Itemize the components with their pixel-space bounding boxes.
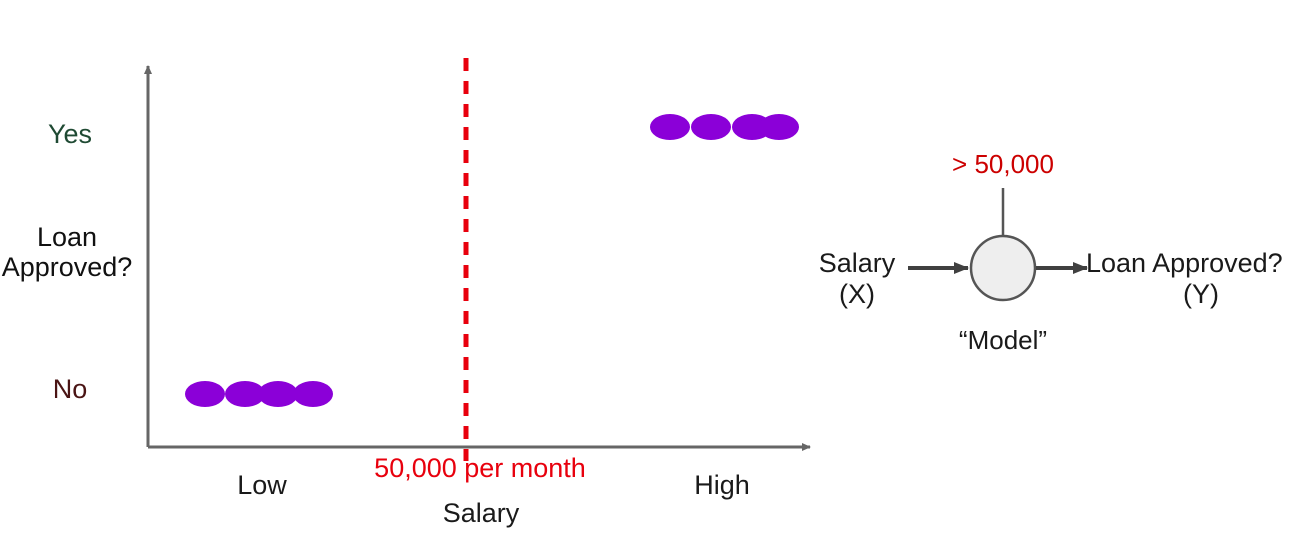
y-tick-label-yes: Yes xyxy=(47,119,93,149)
y-tick-label-no: No xyxy=(52,374,88,404)
figure-canvas: Yes Loan Approved? No Low High 50,000 per… xyxy=(0,0,1309,536)
x-tick-label-low: Low xyxy=(237,470,287,500)
model-input-variable-label: (X) xyxy=(839,279,875,309)
model-output-variable-label: (Y) xyxy=(1183,279,1219,309)
threshold-annotation-label: 50,000 per month xyxy=(374,453,586,483)
model-node-label: “Model” xyxy=(958,325,1048,355)
x-tick-label-high: High xyxy=(694,470,750,500)
model-condition-label: > 50,000 xyxy=(952,149,1054,179)
figure-text-layer: Yes Loan Approved? No Low High 50,000 per… xyxy=(0,0,1309,536)
y-axis-label-line1: Loan xyxy=(36,222,98,252)
model-input-label: Salary xyxy=(818,248,896,278)
y-axis-label: Loan Approved? xyxy=(0,222,140,282)
x-axis-label: Salary xyxy=(442,498,520,528)
y-axis-label-line2: Approved? xyxy=(1,252,133,283)
model-output-label: Loan Approved? xyxy=(1086,248,1283,278)
